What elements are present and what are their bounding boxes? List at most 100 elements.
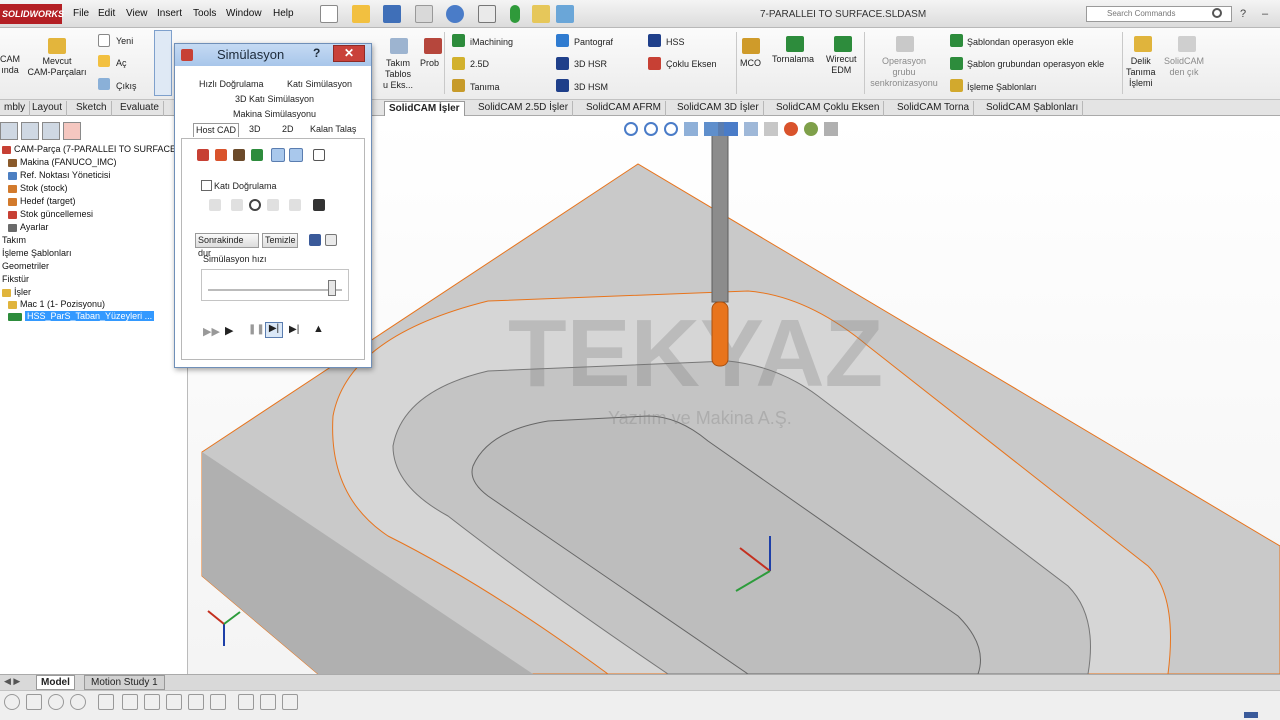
ribbon-cam-button[interactable]: CAM ında — [0, 54, 20, 76]
show-tool-icon[interactable] — [233, 149, 245, 161]
tab-machine-simulation[interactable]: Makina Simülasyonu — [233, 108, 316, 121]
menu-window[interactable]: Window — [226, 8, 262, 19]
hsm-3d-button[interactable]: 3D HSM — [574, 82, 608, 93]
tab-remaining-material[interactable]: Kalan Talaş — [310, 123, 356, 136]
new-button[interactable]: Yeni — [116, 36, 133, 47]
help-button[interactable]: ? — [313, 46, 320, 60]
tab-evaluate[interactable]: Evaluate — [116, 101, 164, 116]
view-cubes-icon[interactable] — [154, 30, 172, 96]
tree-item-stock[interactable]: Stok (stock) — [8, 182, 68, 194]
tab-sketch[interactable]: Sketch — [72, 101, 112, 116]
hss-button[interactable]: HSS — [666, 37, 685, 48]
two-five-d-button[interactable]: 2.5D — [470, 59, 489, 70]
link-option-icon[interactable] — [325, 234, 337, 246]
solid-verify-checkbox[interactable] — [201, 180, 212, 191]
menu-edit[interactable]: Edit — [98, 8, 115, 19]
slot-icon[interactable] — [122, 694, 138, 710]
add-operation-from-template-button[interactable]: Şablondan operasyon ekle — [967, 37, 1074, 48]
clear-button[interactable]: Temizle — [262, 233, 298, 248]
apply-scene-icon[interactable] — [804, 122, 818, 136]
imachining-button[interactable]: iMachining — [470, 37, 513, 48]
tab-solid-simulation[interactable]: Katı Simülasyon — [287, 78, 352, 91]
verify-option-icon[interactable] — [267, 199, 279, 211]
exit-solidcam-button[interactable]: SolidCAM den çık — [1164, 56, 1204, 78]
eject-icon[interactable]: ▲ — [313, 323, 324, 335]
smart-dimension-icon[interactable] — [26, 694, 42, 710]
tab-3d[interactable]: 3D — [249, 123, 261, 136]
tree-item-target[interactable]: Hedef (target) — [8, 195, 76, 207]
dynamic-annotation-icon[interactable] — [704, 122, 718, 136]
point-icon[interactable] — [4, 694, 20, 710]
corner-rectangle-icon[interactable] — [188, 694, 204, 710]
tree-item-fixture[interactable]: Fikstür — [2, 273, 29, 285]
tab-layout[interactable]: Layout — [28, 101, 68, 116]
display-style-icon[interactable] — [744, 122, 758, 136]
line-icon[interactable] — [98, 694, 114, 710]
tree-item-mac1[interactable]: Mac 1 (1- Pozisyonu) — [8, 298, 105, 310]
options-icon[interactable] — [556, 5, 574, 23]
snap-icon[interactable] — [282, 694, 298, 710]
rectangle-icon[interactable] — [210, 694, 226, 710]
print-icon[interactable] — [415, 5, 433, 23]
tab-scroll-arrows[interactable]: ◀ ▶ — [4, 676, 20, 687]
stop-after-next-button[interactable]: Sonrakinde dur — [195, 233, 259, 258]
tree-item-ref-point[interactable]: Ref. Noktası Yöneticisi — [8, 169, 110, 181]
slider-thumb[interactable] — [327, 280, 336, 296]
refresh-icon[interactable] — [249, 199, 261, 211]
tree-item-stock-update[interactable]: Stok güncellemesi — [8, 208, 93, 220]
recognition-button[interactable]: Tanıma — [470, 82, 500, 93]
show-target-icon[interactable] — [215, 149, 227, 161]
operation-group-sync-button[interactable]: Operasyon grubu senkronizasyonu — [868, 56, 940, 89]
solidcam-manager-tab-icon[interactable] — [63, 122, 81, 140]
previous-view-icon[interactable] — [664, 122, 678, 136]
show-toolpath-icon[interactable] — [271, 148, 285, 162]
file-properties-icon[interactable] — [532, 5, 550, 23]
step-forward-icon[interactable]: ▶| — [265, 322, 283, 338]
menu-file[interactable]: File — [73, 8, 89, 19]
tab-solidcam-afrm[interactable]: SolidCAM AFRM — [582, 101, 667, 116]
tree-item-hss-operation[interactable]: HSS_ParS_Taban_Yüzeyleri ... — [8, 310, 155, 322]
help-icon[interactable]: ? — [1240, 8, 1246, 20]
tree-item-cam-part[interactable]: CAM-Parça (7-PARALLEI TO SURFACE) — [2, 143, 179, 155]
menu-tools[interactable]: Tools — [193, 8, 216, 19]
rewind-icon[interactable]: ▶▶ — [203, 325, 220, 338]
tab-quick-verify[interactable]: Hızlı Doğrulama — [199, 78, 264, 91]
tree-item-geometries[interactable]: Geometriler — [2, 260, 49, 272]
minimize-icon[interactable]: – — [1262, 8, 1268, 20]
hide-show-items-icon[interactable] — [764, 122, 778, 136]
verify-option-icon[interactable] — [209, 199, 221, 211]
pause-icon[interactable]: ❚❚ — [248, 324, 265, 335]
show-stock-icon[interactable] — [197, 149, 209, 161]
tab-solidcam-turning[interactable]: SolidCAM Torna — [893, 101, 975, 116]
probe-button[interactable]: Prob — [420, 58, 439, 69]
verify-option-icon[interactable] — [289, 199, 301, 211]
tab-host-cad[interactable]: Host CAD — [193, 123, 240, 137]
tab-2d[interactable]: 2D — [282, 123, 294, 136]
circle-icon[interactable] — [48, 694, 64, 710]
color-option-icon[interactable] — [309, 234, 321, 246]
feature-manager-tab-icon[interactable] — [0, 122, 18, 140]
config-manager-tab-icon[interactable] — [42, 122, 60, 140]
tab-solidcam-multiaxis[interactable]: SolidCAM Çoklu Eksen — [772, 101, 885, 116]
edit-appearance-icon[interactable] — [784, 122, 798, 136]
menu-view[interactable]: View — [126, 8, 148, 19]
view-settings-icon[interactable] — [824, 122, 838, 136]
open-folder-icon[interactable] — [352, 5, 370, 23]
section-view-icon[interactable] — [684, 122, 698, 136]
menu-help[interactable]: Help — [273, 8, 294, 19]
show-holder-icon[interactable] — [251, 149, 263, 161]
tab-assembly[interactable]: mbly — [0, 101, 31, 116]
tab-solidcam-operations[interactable]: SolidCAM İşler — [384, 101, 465, 116]
open-button[interactable]: Aç — [116, 58, 127, 69]
centerline-icon[interactable] — [166, 694, 182, 710]
view-orientation-icon[interactable] — [724, 122, 738, 136]
verify-option-icon[interactable] — [231, 199, 243, 211]
tab-solidcam-25d[interactable]: SolidCAM 2.5D İşler — [474, 101, 574, 116]
zoom-area-icon[interactable] — [644, 122, 658, 136]
traffic-light-icon[interactable] — [510, 5, 520, 23]
grid-icon[interactable] — [260, 694, 276, 710]
property-manager-tab-icon[interactable] — [21, 122, 39, 140]
undo-icon[interactable] — [446, 5, 464, 23]
new-document-icon[interactable] — [320, 5, 338, 23]
multi-axis-button[interactable]: Çoklu Eksen — [666, 59, 717, 70]
